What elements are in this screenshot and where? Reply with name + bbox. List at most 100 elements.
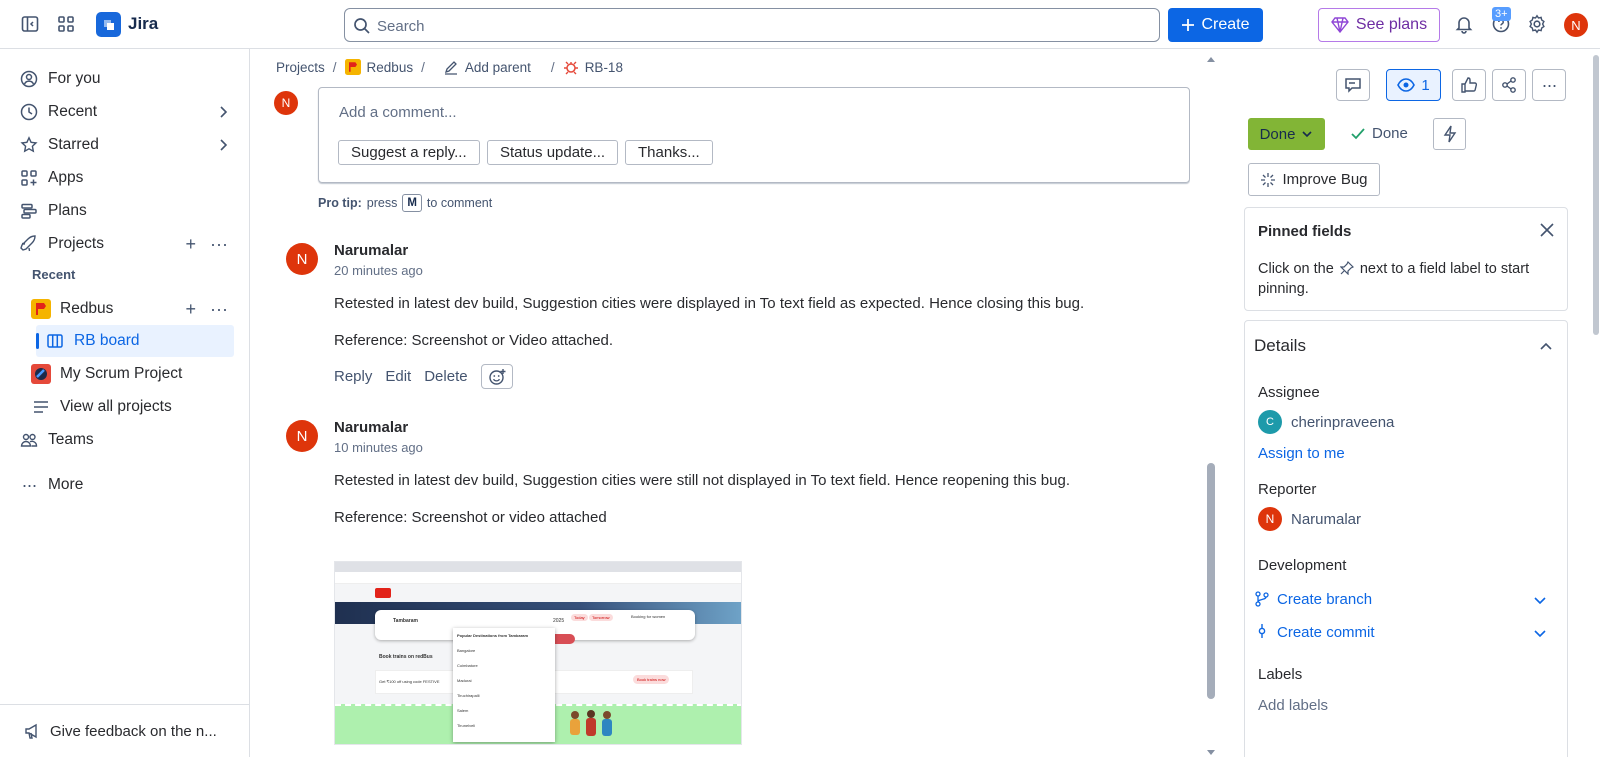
reply-button[interactable]: Reply xyxy=(334,368,372,385)
scrollbar-thumb[interactable] xyxy=(1207,463,1215,699)
see-plans-button[interactable]: See plans xyxy=(1318,8,1440,42)
chevron-up-icon[interactable] xyxy=(1539,341,1553,351)
sidebar-item-apps[interactable]: Apps xyxy=(18,163,240,193)
status-dropdown[interactable]: Done xyxy=(1248,118,1325,150)
app-switcher-icon[interactable] xyxy=(54,12,78,36)
sidebar-item-teams[interactable]: Teams xyxy=(18,425,240,455)
thumb-offer: Get ₹100 off using code FESTIVE xyxy=(379,679,440,684)
labels-label: Labels xyxy=(1258,666,1303,683)
comment-timestamp[interactable]: 10 minutes ago xyxy=(334,440,423,455)
sidebar-item-plans[interactable]: Plans xyxy=(18,196,240,226)
comment-author[interactable]: Narumalar xyxy=(334,419,408,436)
add-reaction-button[interactable] xyxy=(480,364,513,389)
more-options-icon[interactable]: ··· xyxy=(210,235,228,253)
thumb-from-city: Tambaram xyxy=(393,618,418,624)
search-field[interactable] xyxy=(344,8,1160,42)
rocket-icon xyxy=(18,233,40,255)
sidebar-item-projects[interactable]: Projects + ··· xyxy=(18,229,240,259)
pencil-icon xyxy=(444,61,457,75)
right-panel-scrollbar[interactable] xyxy=(1593,55,1599,335)
breadcrumb-issue[interactable]: RB-18 xyxy=(563,59,623,75)
comment-author[interactable]: Narumalar xyxy=(334,242,408,259)
attached-screenshot[interactable]: Tambaram 2025 Today Tomorrow Booking for… xyxy=(334,561,742,745)
comment-author-avatar[interactable]: N xyxy=(286,420,318,452)
sidebar-item-my-scrum-project[interactable]: My Scrum Project xyxy=(30,359,240,389)
assign-to-me-link[interactable]: Assign to me xyxy=(1258,445,1345,462)
resolution: Done xyxy=(1350,125,1408,142)
settings-gear-icon[interactable] xyxy=(1525,12,1549,36)
edit-button[interactable]: Edit xyxy=(385,368,411,385)
sidebar-item-starred[interactable]: Starred xyxy=(18,130,240,160)
sidebar-item-view-all-projects[interactable]: View all projects xyxy=(30,392,240,422)
sidebar-item-rb-board[interactable]: RB board xyxy=(36,325,234,357)
more-options-icon[interactable]: ··· xyxy=(210,300,228,318)
breadcrumb-project[interactable]: Redbus xyxy=(344,59,413,75)
chevron-down-icon[interactable] xyxy=(1533,629,1547,639)
assignee-value[interactable]: cherinpraveena xyxy=(1291,414,1394,431)
sidebar-item-redbus[interactable]: Redbus + ··· xyxy=(30,294,240,324)
improve-bug-label: Improve Bug xyxy=(1282,171,1368,188)
thanks-chip[interactable]: Thanks... xyxy=(625,140,713,165)
check-icon xyxy=(1351,127,1365,139)
breadcrumb: Projects / Redbus / Add parent / RB-18 xyxy=(276,59,623,75)
sidebar-item-label: More xyxy=(48,476,84,493)
sidebar-item-label: Recent xyxy=(48,103,98,120)
sidebar-item-for-you[interactable]: For you xyxy=(18,64,240,94)
delete-button[interactable]: Delete xyxy=(424,368,467,385)
reporter-avatar: N xyxy=(1258,507,1282,531)
add-project-icon[interactable]: + xyxy=(186,235,197,253)
sidebar-item-recent[interactable]: Recent xyxy=(18,97,240,127)
status-label: Done xyxy=(1259,125,1296,143)
search-input[interactable] xyxy=(377,15,1137,37)
watch-button[interactable]: 1 xyxy=(1386,69,1441,101)
status-update-chip[interactable]: Status update... xyxy=(487,140,619,165)
create-commit-link[interactable]: Create commit xyxy=(1277,624,1375,641)
automation-button[interactable] xyxy=(1433,118,1466,150)
main-scrollbar[interactable] xyxy=(1207,49,1215,757)
sidebar-item-more[interactable]: ··· More xyxy=(18,470,240,500)
sidebar-item-label: Starred xyxy=(48,136,99,153)
details-title[interactable]: Details xyxy=(1254,336,1306,356)
pinned-fields-title: Pinned fields xyxy=(1258,223,1352,240)
add-labels-field[interactable]: Add labels xyxy=(1258,697,1328,714)
improve-bug-button[interactable]: Improve Bug xyxy=(1248,163,1380,196)
thumb-city: Coimbatore xyxy=(457,663,478,668)
notifications-bell-icon[interactable] xyxy=(1452,12,1476,36)
current-user-avatar: N xyxy=(274,91,298,115)
reporter-value[interactable]: Narumalar xyxy=(1291,511,1361,528)
chevron-down-icon[interactable] xyxy=(1533,596,1547,606)
add-parent-button[interactable]: Add parent xyxy=(443,59,531,75)
user-avatar[interactable]: N xyxy=(1564,13,1588,37)
add-parent-label: Add parent xyxy=(464,59,531,75)
sidebar: For you Recent Starred Apps Plans Projec… xyxy=(0,49,250,757)
thumb-trains-title: Book trains on redBus xyxy=(379,654,433,660)
comment-timestamp[interactable]: 20 minutes ago xyxy=(334,263,423,278)
scroll-up-arrow-icon[interactable] xyxy=(1206,55,1216,63)
sidebar-toggle-icon[interactable] xyxy=(18,12,42,36)
user-circle-icon xyxy=(18,68,40,90)
app-name[interactable]: Jira xyxy=(128,14,158,34)
jira-logo-icon[interactable] xyxy=(96,12,121,37)
create-branch-link[interactable]: Create branch xyxy=(1277,591,1372,608)
comment-author-avatar[interactable]: N xyxy=(286,243,318,275)
chevron-right-icon[interactable] xyxy=(216,104,230,120)
sparkle-icon xyxy=(1261,172,1276,187)
share-button[interactable] xyxy=(1492,69,1526,101)
like-button[interactable] xyxy=(1452,69,1486,101)
breadcrumb-projects[interactable]: Projects xyxy=(276,60,325,75)
close-icon[interactable] xyxy=(1539,222,1555,238)
chevron-right-icon[interactable] xyxy=(216,137,230,153)
more-actions-button[interactable]: ··· xyxy=(1532,69,1566,101)
assignee-label: Assignee xyxy=(1258,384,1320,401)
comment-placeholder[interactable]: Add a comment... xyxy=(339,104,457,121)
give-feedback-button[interactable]: Give feedback on the n... xyxy=(0,704,249,757)
add-item-icon[interactable]: + xyxy=(186,300,197,318)
help-badge: 3+ xyxy=(1492,7,1511,21)
thumb-browser-tabs xyxy=(335,562,741,572)
feedback-button[interactable] xyxy=(1336,69,1370,101)
scroll-down-arrow-icon[interactable] xyxy=(1206,749,1216,757)
create-button[interactable]: Create xyxy=(1168,8,1263,42)
suggest-reply-chip[interactable]: Suggest a reply... xyxy=(338,140,480,165)
more-dots-icon: ··· xyxy=(21,474,38,495)
add-comment-box[interactable]: Add a comment... Suggest a reply... Stat… xyxy=(318,87,1190,183)
